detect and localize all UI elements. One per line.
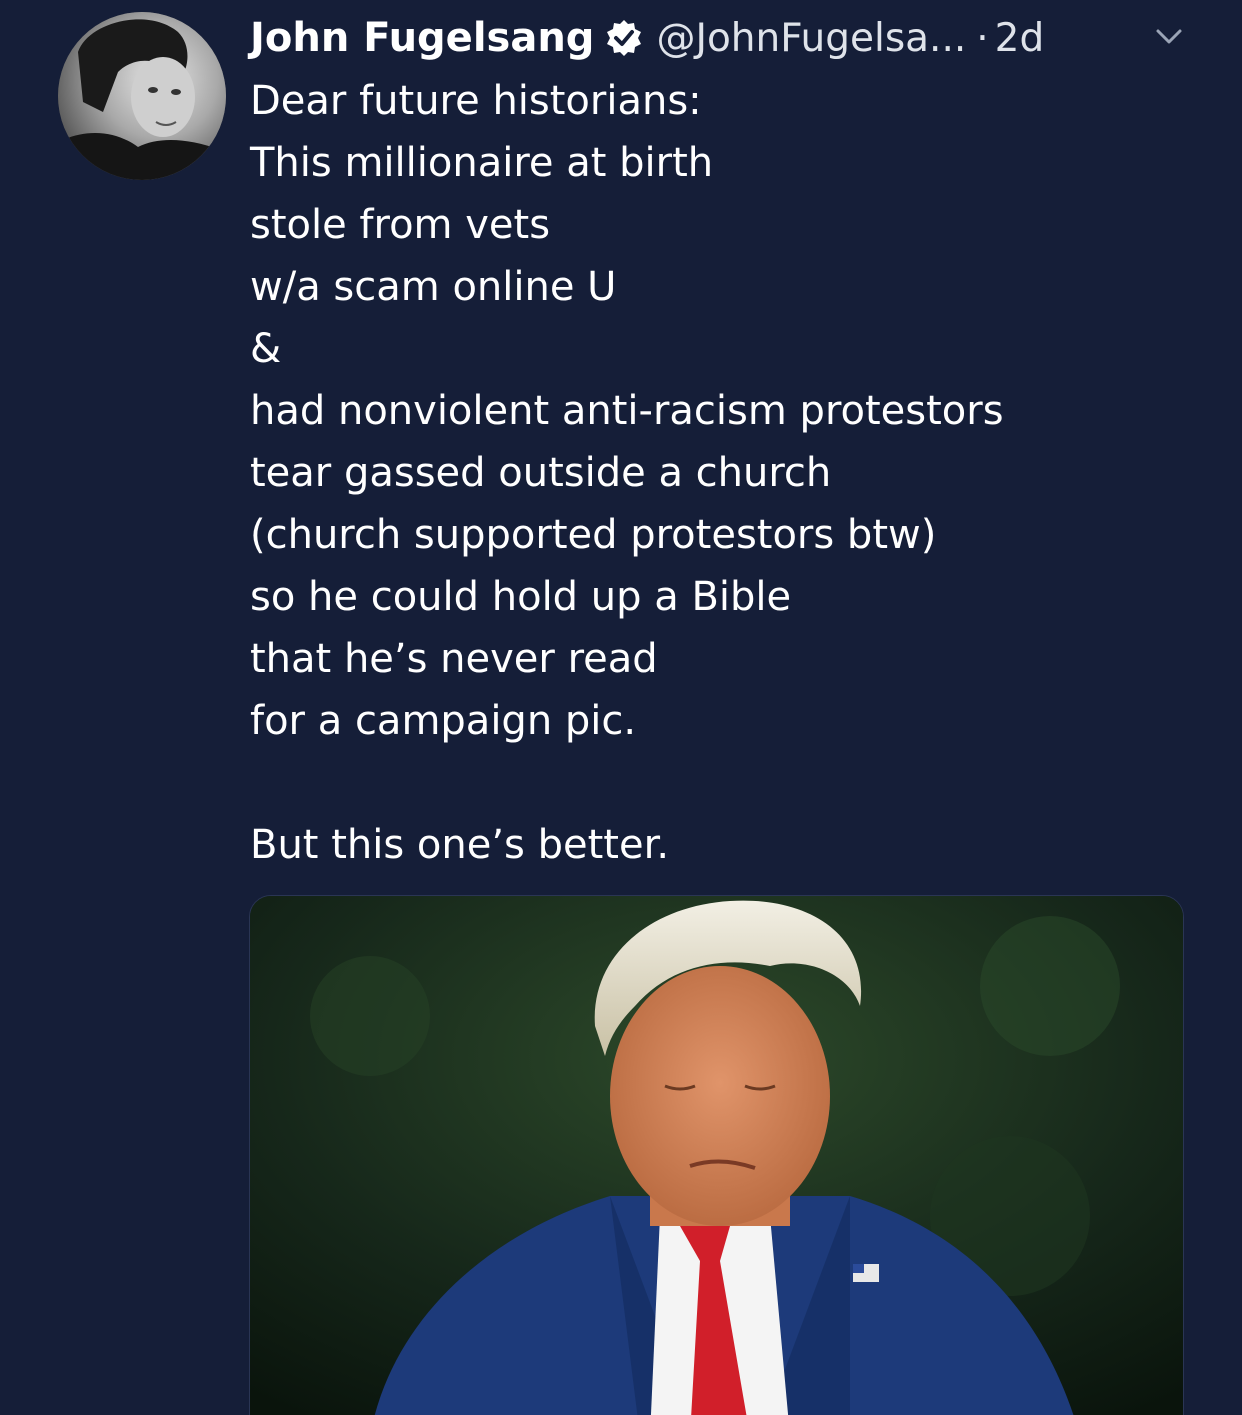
tweet-line: so he could hold up a Bible: [250, 574, 792, 620]
chevron-down-icon[interactable]: [1152, 20, 1186, 54]
tweet-header: John Fugelsang @JohnFugelsa... · 2d: [250, 8, 1210, 68]
avatar-photo: [58, 12, 226, 180]
display-name[interactable]: John Fugelsang: [250, 15, 594, 61]
tweet-line: Dear future historians:: [250, 78, 702, 124]
avatar[interactable]: [58, 12, 226, 180]
tweet-line: This millionaire at birth: [250, 140, 714, 186]
tweet-line: for a campaign pic.: [250, 698, 637, 744]
tweet-line: stole from vets: [250, 202, 551, 248]
tweet-line: &: [250, 326, 282, 372]
tweet-media-image[interactable]: [249, 895, 1184, 1415]
tweet-timestamp[interactable]: 2d: [995, 16, 1045, 61]
tweet-line: w/a scam online U: [250, 264, 617, 310]
tweet-line: that he’s never read: [250, 636, 658, 682]
tweet-line: had nonviolent anti-racism protestors: [250, 388, 1004, 434]
tweet-line: (church supported protestors btw): [250, 512, 937, 558]
tweet-text: Dear future historians: This millionaire…: [250, 70, 1210, 876]
tweet-line: tear gassed outside a church: [250, 450, 832, 496]
user-handle[interactable]: @JohnFugelsa...: [656, 16, 966, 61]
photo-illustration: [250, 896, 1183, 1415]
separator-dot: ·: [976, 15, 989, 61]
verified-badge-icon: [604, 18, 644, 58]
tweet-closing-line: But this one’s better.: [250, 822, 670, 868]
tweet-card: John Fugelsang @JohnFugelsa... · 2d Dear…: [0, 0, 1242, 1415]
